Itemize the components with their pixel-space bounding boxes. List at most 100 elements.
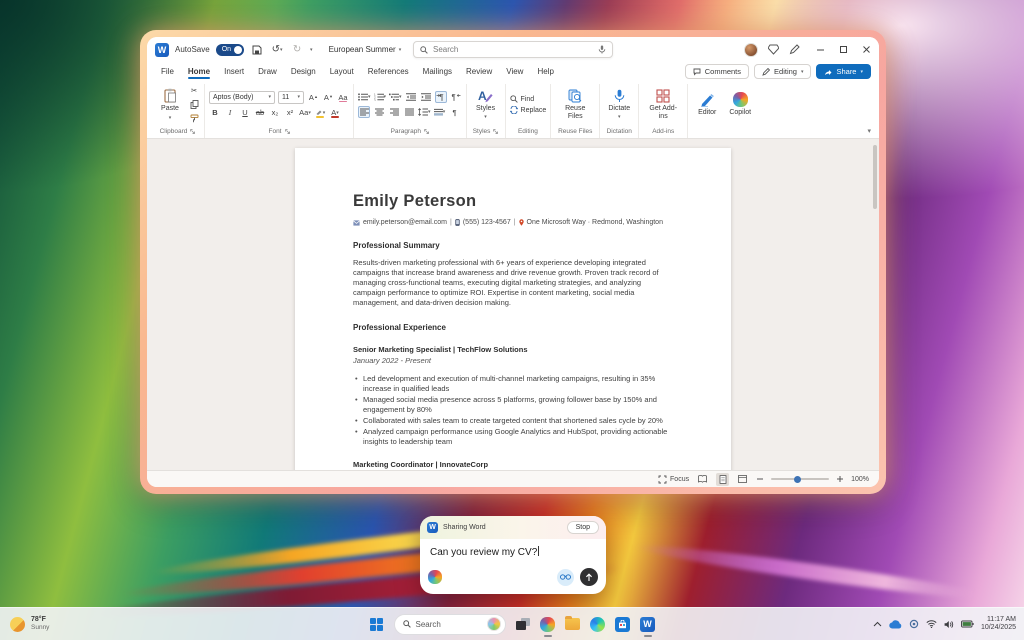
- clear-formatting-button[interactable]: Aa: [337, 91, 349, 103]
- paste-button[interactable]: Paste ▾: [155, 87, 185, 122]
- print-layout-button[interactable]: [716, 473, 729, 486]
- multilevel-list-button[interactable]: ▾: [389, 91, 402, 103]
- save-icon[interactable]: [250, 43, 264, 57]
- underline-button[interactable]: U: [239, 107, 251, 119]
- tab-mailings[interactable]: Mailings: [417, 65, 458, 79]
- editor-button[interactable]: Editor: [692, 92, 722, 118]
- microsoft-store-button[interactable]: [615, 614, 631, 634]
- document-page[interactable]: Emily Peterson emily.peterson@email.com …: [295, 148, 731, 470]
- settings-gear-icon[interactable]: [909, 619, 919, 629]
- show-hide-marks-button[interactable]: ¶: [449, 106, 461, 118]
- start-button[interactable]: [369, 614, 385, 634]
- web-layout-button[interactable]: [736, 473, 749, 486]
- styles-button[interactable]: A Styles ▾: [471, 88, 501, 122]
- format-painter-button[interactable]: [188, 113, 200, 125]
- cut-button[interactable]: ✂: [188, 85, 200, 97]
- tab-layout[interactable]: Layout: [324, 65, 360, 79]
- dialog-launcher-icon[interactable]: [493, 129, 498, 134]
- increase-indent-button[interactable]: [420, 91, 432, 103]
- strikethrough-button[interactable]: ab: [254, 107, 266, 119]
- align-right-button[interactable]: [388, 106, 400, 118]
- superscript-button[interactable]: x²: [284, 107, 296, 119]
- zoom-level[interactable]: 100%: [851, 476, 869, 483]
- ink-pen-icon[interactable]: [789, 44, 800, 55]
- quick-access-more-icon[interactable]: ▾: [310, 47, 313, 53]
- user-avatar[interactable]: [744, 43, 758, 57]
- tab-home[interactable]: Home: [182, 65, 216, 79]
- maximize-button[interactable]: [839, 45, 848, 54]
- collapse-ribbon-icon[interactable]: ▾: [867, 127, 871, 135]
- hidden-icons-chevron[interactable]: [873, 621, 882, 627]
- vertical-scrollbar[interactable]: [873, 145, 877, 209]
- tab-insert[interactable]: Insert: [218, 65, 250, 79]
- tab-design[interactable]: Design: [285, 65, 322, 79]
- zoom-in-button[interactable]: [836, 475, 844, 483]
- copy-button[interactable]: [188, 99, 200, 111]
- grow-font-button[interactable]: A▴: [307, 91, 319, 103]
- font-size-select[interactable]: 11▾: [278, 91, 304, 104]
- undo-icon[interactable]: ↺▾: [270, 43, 284, 57]
- weather-widget[interactable]: 78°F Sunny: [10, 616, 49, 632]
- message-input[interactable]: Can you review my CV?: [420, 539, 606, 558]
- zoom-slider[interactable]: [771, 478, 829, 480]
- taskbar-word-button[interactable]: W: [640, 614, 656, 634]
- microphone-icon[interactable]: [598, 45, 606, 54]
- volume-icon[interactable]: [944, 620, 954, 629]
- editing-mode-button[interactable]: Editing ▾: [754, 64, 811, 79]
- document-title[interactable]: European Summer ▾: [329, 45, 402, 54]
- shading-button[interactable]: ▾: [434, 106, 446, 118]
- tab-view[interactable]: View: [500, 65, 529, 79]
- redo-icon[interactable]: ↻: [290, 43, 304, 57]
- share-button[interactable]: Share ▾: [816, 64, 871, 79]
- stop-sharing-button[interactable]: Stop: [567, 521, 599, 534]
- justify-button[interactable]: [403, 106, 415, 118]
- read-mode-button[interactable]: [696, 473, 709, 486]
- wifi-icon[interactable]: [926, 620, 937, 628]
- document-canvas[interactable]: Emily Peterson emily.peterson@email.com …: [147, 139, 879, 470]
- comments-button[interactable]: Comments: [685, 64, 749, 79]
- copilot-button[interactable]: Copilot: [725, 91, 755, 118]
- edge-button[interactable]: [590, 614, 606, 634]
- bold-button[interactable]: B: [209, 107, 221, 119]
- shrink-font-button[interactable]: A▾: [322, 91, 334, 103]
- file-explorer-button[interactable]: [565, 614, 581, 634]
- battery-icon[interactable]: [961, 620, 974, 628]
- reuse-files-button[interactable]: Reuse Files: [555, 88, 595, 121]
- text-highlight-button[interactable]: ▾: [314, 107, 326, 119]
- tab-review[interactable]: Review: [460, 65, 498, 79]
- replace-button[interactable]: Replace: [510, 106, 547, 114]
- find-button[interactable]: Find: [510, 95, 547, 103]
- dialog-launcher-icon[interactable]: [424, 129, 429, 134]
- tab-help[interactable]: Help: [531, 65, 559, 79]
- taskbar-search[interactable]: Search: [394, 614, 506, 635]
- dialog-launcher-icon[interactable]: [190, 129, 195, 134]
- font-name-select[interactable]: Aptos (Body)▾: [209, 91, 275, 104]
- zoom-slider-thumb[interactable]: [794, 476, 801, 483]
- tab-draw[interactable]: Draw: [252, 65, 283, 79]
- search-input[interactable]: Search: [413, 41, 613, 58]
- dictate-button[interactable]: Dictate ▾: [604, 88, 634, 122]
- close-button[interactable]: [862, 45, 871, 54]
- vision-glasses-button[interactable]: [557, 569, 574, 586]
- get-addins-button[interactable]: Get Add-ins: [643, 88, 683, 121]
- minimize-button[interactable]: [816, 45, 825, 54]
- align-center-button[interactable]: [373, 106, 385, 118]
- decrease-indent-button[interactable]: [405, 91, 417, 103]
- taskbar-copilot-button[interactable]: [540, 614, 556, 634]
- tab-references[interactable]: References: [362, 65, 415, 79]
- change-case-button[interactable]: Aa▾: [299, 107, 311, 119]
- bullet-list-button[interactable]: ▾: [358, 91, 371, 103]
- subscript-button[interactable]: x₂: [269, 107, 281, 119]
- task-view-button[interactable]: [515, 614, 531, 634]
- italic-button[interactable]: I: [224, 107, 236, 119]
- onedrive-cloud-icon[interactable]: [889, 620, 902, 629]
- autosave-toggle[interactable]: On: [216, 44, 244, 56]
- align-left-button[interactable]: [358, 106, 370, 118]
- rewards-diamond-icon[interactable]: [768, 44, 779, 55]
- numbered-list-button[interactable]: 123▾: [374, 91, 387, 103]
- left-to-right-text-button[interactable]: ¶: [435, 91, 447, 103]
- font-color-button[interactable]: A▾: [329, 107, 341, 119]
- send-button[interactable]: [580, 568, 598, 586]
- zoom-out-button[interactable]: [756, 475, 764, 483]
- right-to-left-text-button[interactable]: ¶: [450, 91, 462, 103]
